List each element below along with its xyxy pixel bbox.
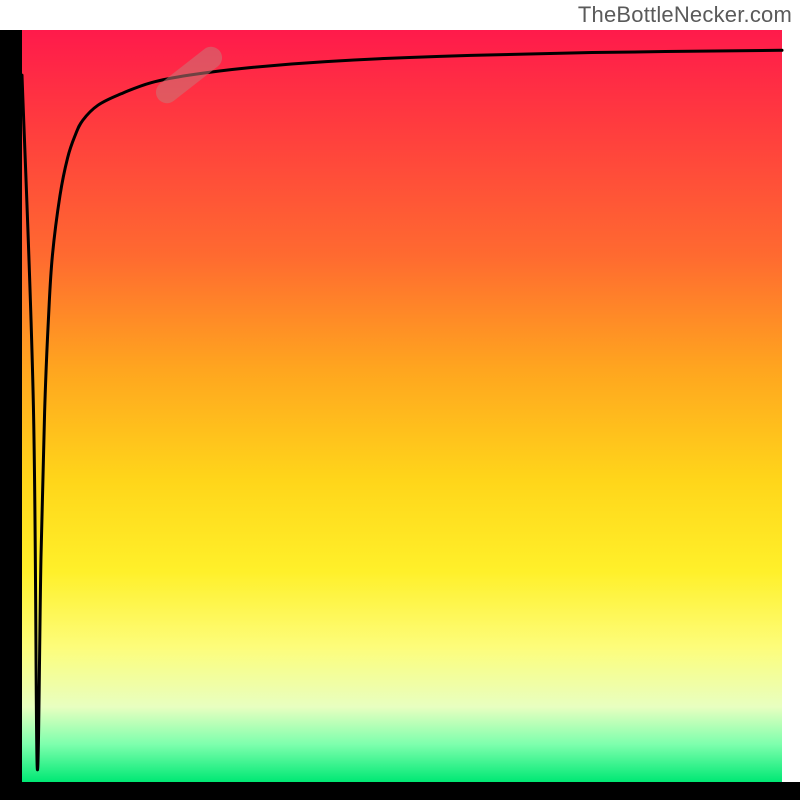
y-axis [0,30,22,782]
curve-layer [22,30,782,782]
bottleneck-curve [22,50,782,770]
chart-container: TheBottleNecker.com [0,0,800,800]
x-axis [0,782,800,800]
attribution-label: TheBottleNecker.com [578,2,792,28]
